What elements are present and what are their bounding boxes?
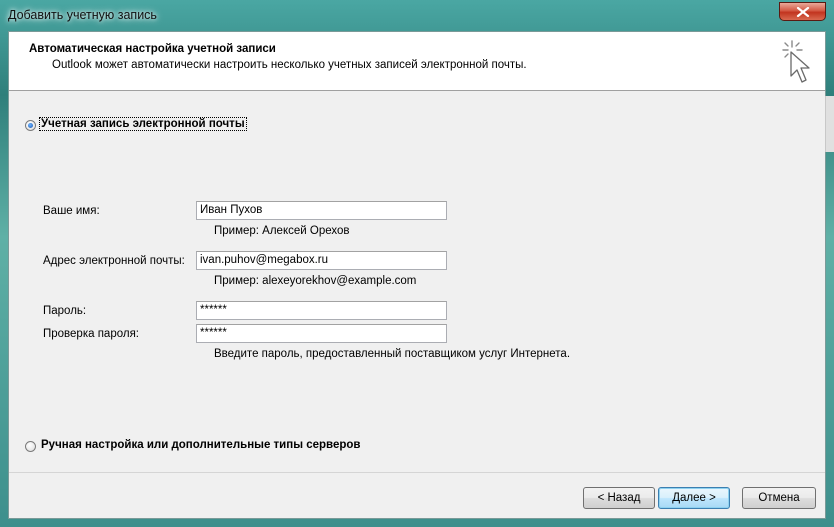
password-hint: Введите пароль, предоставленный поставщи… bbox=[214, 348, 571, 360]
page-subtitle: Outlook может автоматически настроить не… bbox=[52, 59, 527, 71]
close-button[interactable] bbox=[779, 2, 826, 21]
name-hint: Пример: Алексей Орехов bbox=[214, 225, 350, 237]
email-account-radio[interactable] bbox=[25, 120, 36, 131]
next-button[interactable]: Далее > bbox=[658, 487, 730, 509]
cancel-button[interactable]: Отмена bbox=[742, 487, 816, 509]
email-hint: Пример: alexeyorekhov@example.com bbox=[214, 275, 417, 287]
name-field[interactable]: Иван Пухов bbox=[196, 201, 447, 220]
email-label: Адрес электронной почты: bbox=[43, 255, 185, 267]
manual-setup-label[interactable]: Ручная настройка или дополнительные типы… bbox=[41, 439, 360, 451]
manual-setup-radio[interactable] bbox=[25, 441, 36, 452]
window-title: Добавить учетную запись bbox=[8, 8, 157, 22]
title-bar[interactable]: Добавить учетную запись bbox=[0, 0, 834, 32]
cursor-sparkle-icon bbox=[782, 40, 810, 83]
window-frame: Добавить учетную запись Автоматическая н… bbox=[0, 0, 834, 527]
email-account-label[interactable]: Учетная запись электронной почты bbox=[39, 117, 247, 131]
password-field[interactable]: ****** bbox=[196, 301, 447, 320]
confirm-password-label: Проверка пароля: bbox=[43, 328, 139, 340]
confirm-password-field[interactable]: ****** bbox=[196, 324, 447, 343]
scrollbar[interactable] bbox=[825, 96, 834, 152]
name-label: Ваше имя: bbox=[43, 205, 100, 217]
close-icon bbox=[796, 7, 810, 17]
dialog-client-area: Автоматическая настройка учетной записи … bbox=[8, 31, 834, 519]
footer-divider bbox=[9, 472, 825, 473]
back-button[interactable]: < Назад bbox=[583, 487, 655, 509]
password-label: Пароль: bbox=[43, 305, 87, 317]
page-title: Автоматическая настройка учетной записи bbox=[29, 43, 276, 55]
wizard-header: Автоматическая настройка учетной записи … bbox=[9, 32, 825, 91]
email-field[interactable]: ivan.puhov@megabox.ru bbox=[196, 251, 447, 270]
